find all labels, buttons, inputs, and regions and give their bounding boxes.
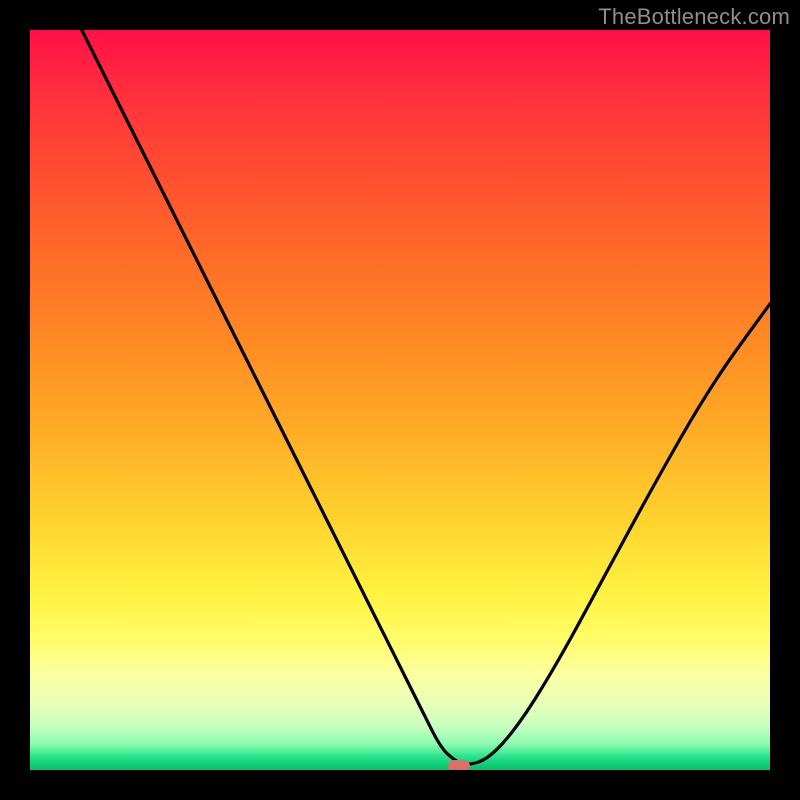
curve-svg xyxy=(30,30,770,770)
watermark-text: TheBottleneck.com xyxy=(598,4,790,30)
optimal-marker xyxy=(448,760,470,770)
bottleneck-curve xyxy=(82,30,770,764)
plot-area xyxy=(30,30,770,770)
chart-frame: TheBottleneck.com xyxy=(0,0,800,800)
